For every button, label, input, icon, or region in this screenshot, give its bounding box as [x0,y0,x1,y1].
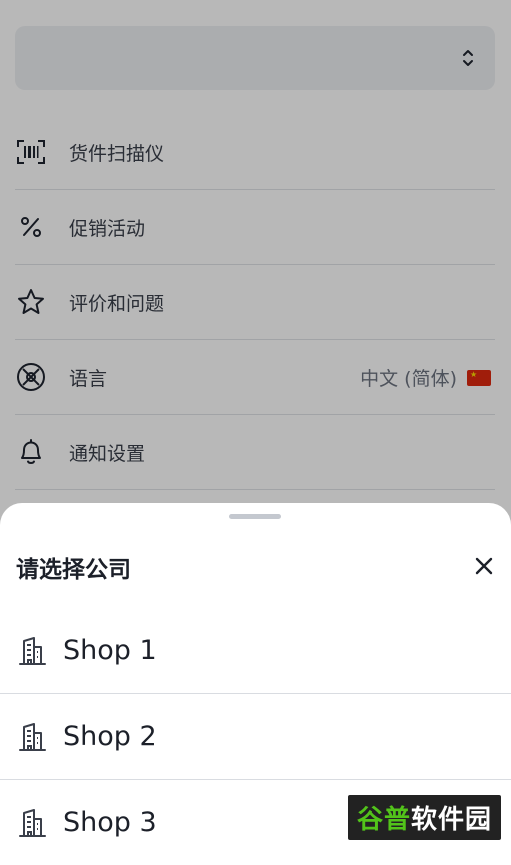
sheet-drag-handle[interactable] [229,514,281,519]
shop-option-1[interactable]: Shop 1 [0,608,511,694]
building-icon [19,636,46,665]
sheet-title: 请选择公司 [16,557,131,583]
watermark-part1: 谷普 [356,805,411,835]
building-icon [19,722,46,751]
shop-name: Shop 2 [63,721,157,752]
watermark-part2: 软件园 [411,805,493,835]
watermark-logo: 谷普 软件园 [348,795,501,840]
shop-name: Shop 1 [63,635,157,666]
close-icon[interactable] [473,555,495,577]
building-icon [19,808,46,837]
shop-name: Shop 3 [63,807,157,838]
shop-option-2[interactable]: Shop 2 [0,694,511,780]
